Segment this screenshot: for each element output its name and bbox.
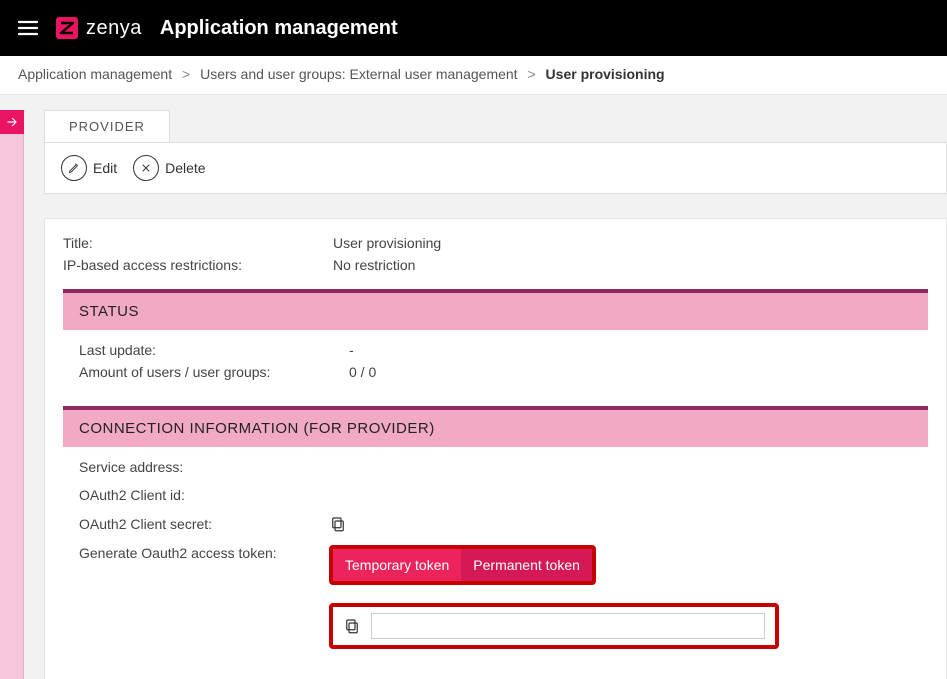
info-row: Title: User provisioning	[63, 235, 928, 251]
connection-heading: CONNECTION INFORMATION (FOR PROVIDER)	[63, 410, 928, 447]
info-ip-value: No restriction	[333, 257, 415, 273]
hamburger-menu-icon[interactable]	[16, 16, 40, 40]
token-output-box	[329, 603, 779, 649]
logo-text: zenya	[86, 17, 142, 40]
page-title: Application management	[160, 17, 398, 40]
status-last-update-value: -	[349, 342, 354, 358]
temporary-token-button[interactable]: Temporary token	[333, 549, 461, 581]
pencil-icon	[61, 155, 87, 181]
breadcrumb-link[interactable]: Users and user groups: External user man…	[200, 66, 518, 82]
status-amount-value: 0 / 0	[349, 364, 376, 380]
permanent-token-button[interactable]: Permanent token	[461, 549, 592, 581]
copy-icon[interactable]	[343, 617, 361, 635]
info-title-label: Title:	[63, 235, 333, 251]
tab-provider[interactable]: PROVIDER	[44, 110, 170, 142]
info-ip-label: IP-based access restrictions:	[63, 257, 333, 273]
client-id-label: OAuth2 Client id:	[79, 487, 329, 503]
panel-toolbar: Edit Delete	[44, 142, 947, 194]
breadcrumb: Application management > Users and user …	[0, 56, 947, 95]
breadcrumb-link[interactable]: Application management	[18, 66, 172, 82]
connection-body: Service address: OAuth2 Client id: OAuth…	[63, 447, 928, 665]
arrow-right-icon	[5, 115, 19, 129]
edit-button[interactable]: Edit	[61, 155, 117, 181]
collapsed-sidebar	[0, 134, 24, 679]
breadcrumb-current: User provisioning	[546, 66, 665, 82]
client-secret-label: OAuth2 Client secret:	[79, 516, 329, 532]
logo-mark-icon	[54, 15, 80, 41]
edit-label: Edit	[93, 160, 117, 176]
info-title-value: User provisioning	[333, 235, 441, 251]
copy-icon[interactable]	[329, 515, 347, 533]
token-output-input[interactable]	[371, 613, 765, 639]
provider-card: Title: User provisioning IP-based access…	[44, 218, 947, 679]
token-button-group: Temporary token Permanent token	[329, 545, 596, 585]
tab-row: PROVIDER	[44, 110, 947, 142]
content-area: PROVIDER Edit Delete Title: User provisi…	[24, 92, 947, 679]
x-icon	[133, 155, 159, 181]
breadcrumb-sep: >	[527, 66, 535, 82]
status-last-update-label: Last update:	[79, 342, 349, 358]
service-address-label: Service address:	[79, 459, 329, 475]
expand-sidebar-button[interactable]	[0, 110, 24, 134]
status-amount-label: Amount of users / user groups:	[79, 364, 349, 380]
logo[interactable]: zenya	[54, 15, 142, 41]
status-body: Last update: - Amount of users / user gr…	[63, 330, 928, 390]
delete-button[interactable]: Delete	[133, 155, 205, 181]
info-row: IP-based access restrictions: No restric…	[63, 257, 928, 273]
generate-token-label: Generate Oauth2 access token:	[79, 545, 329, 561]
breadcrumb-sep: >	[182, 66, 190, 82]
status-heading: STATUS	[63, 293, 928, 330]
delete-label: Delete	[165, 160, 205, 176]
app-header: zenya Application management	[0, 0, 947, 56]
